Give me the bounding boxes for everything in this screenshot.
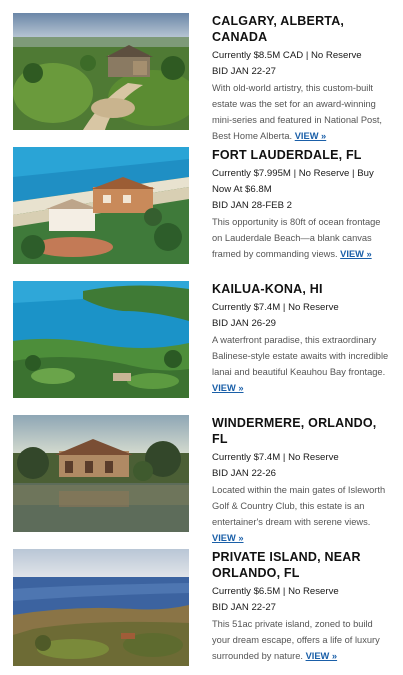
listing-title: WINDERMERE, ORLANDO, FL	[212, 416, 377, 446]
listing-info: WINDERMERE, ORLANDO, FL Currently $7.4M …	[212, 415, 392, 546]
view-link[interactable]: VIEW »	[340, 249, 372, 259]
listing-title: FORT LAUDERDALE, FL	[212, 148, 362, 162]
listing-title: PRIVATE ISLAND, NEAR ORLANDO, FL	[212, 550, 361, 580]
listing-description-text: This 51ac private island, zoned to build…	[212, 619, 380, 661]
view-link[interactable]: VIEW »	[212, 533, 244, 543]
listing-bid-dates: BID JAN 28-FEB 2	[212, 200, 292, 211]
listing-description: A waterfront paradise, this extraordinar…	[212, 332, 392, 396]
listing-bid-dates: BID JAN 22-27	[212, 66, 276, 77]
listing-description: This opportunity is 80ft of ocean fronta…	[212, 214, 392, 262]
listing-info: PRIVATE ISLAND, NEAR ORLANDO, FL Current…	[212, 549, 392, 664]
calgary-estate-photo	[13, 13, 189, 130]
fort-lauderdale-beach-photo	[13, 147, 189, 264]
listing-feed: CALGARY, ALBERTA, CANADA Currently $8.5M…	[0, 0, 403, 675]
listing-description-text: Located within the main gates of Islewor…	[212, 485, 386, 527]
listing-bid-dates: BID JAN 22-26	[212, 468, 276, 479]
listing-price: Currently $7.4M | No Reserve	[212, 452, 339, 463]
listing-photo[interactable]	[13, 281, 189, 398]
listing-price: Currently $6.5M | No Reserve	[212, 586, 339, 597]
listing-photo[interactable]	[13, 549, 189, 666]
listing-bid-dates: BID JAN 22-27	[212, 602, 276, 613]
private-island-aerial-photo	[13, 549, 189, 666]
view-link[interactable]: VIEW »	[295, 131, 327, 141]
listing-price: Currently $8.5M CAD | No Reserve	[212, 50, 362, 61]
listing-description: This 51ac private island, zoned to build…	[212, 616, 392, 664]
listing-photo[interactable]	[13, 415, 189, 532]
listing-description-text: A waterfront paradise, this extraordinar…	[212, 335, 389, 377]
listing-info: CALGARY, ALBERTA, CANADA Currently $8.5M…	[212, 13, 392, 144]
listing-photo[interactable]	[13, 147, 189, 264]
listing-title: KAILUA-KONA, HI	[212, 282, 323, 296]
listing-description: With old-world artistry, this custom-bui…	[212, 80, 392, 144]
listing-title: CALGARY, ALBERTA, CANADA	[212, 14, 345, 44]
kailua-kona-bay-photo	[13, 281, 189, 398]
listing-description: Located within the main gates of Islewor…	[212, 482, 392, 546]
listing-photo[interactable]	[13, 13, 189, 130]
view-link[interactable]: VIEW »	[212, 383, 244, 393]
listing-price: Currently $7.4M | No Reserve	[212, 302, 339, 313]
listing-bid-dates: BID JAN 26-29	[212, 318, 276, 329]
listing-info: KAILUA-KONA, HI Currently $7.4M | No Res…	[212, 281, 392, 396]
listing-price: Currently $7.995M | No Reserve | Buy Now…	[212, 168, 374, 195]
windermere-lakefront-photo	[13, 415, 189, 532]
listing-info: FORT LAUDERDALE, FL Currently $7.995M | …	[212, 147, 392, 262]
view-link[interactable]: VIEW »	[306, 651, 338, 661]
